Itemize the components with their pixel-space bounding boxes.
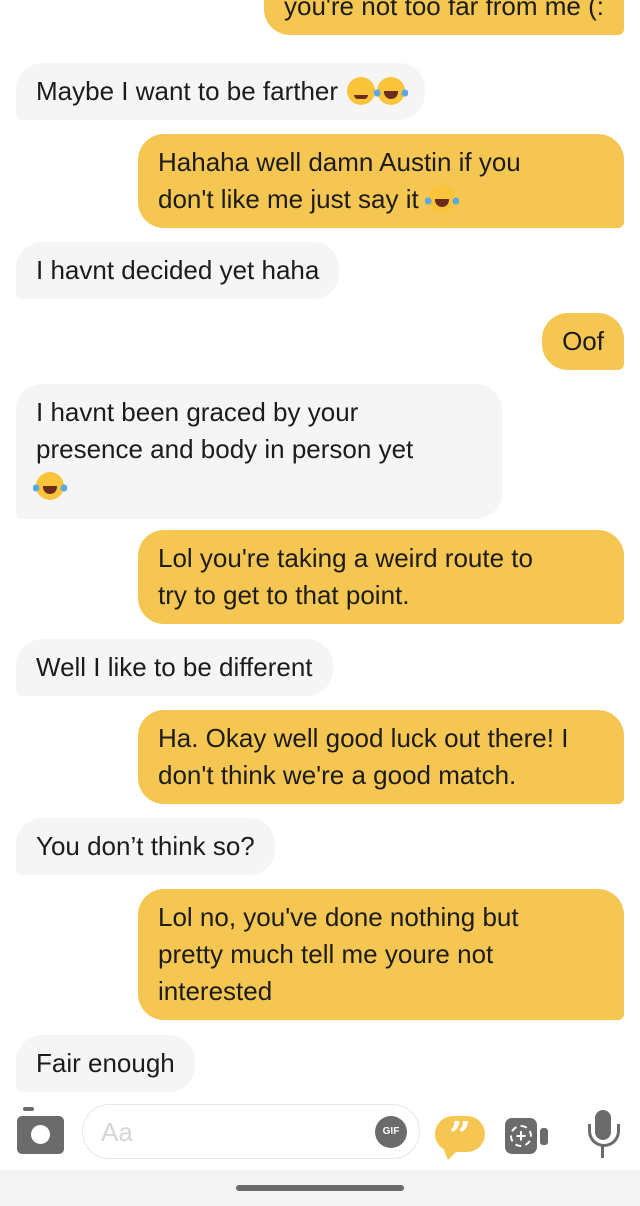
received-message: Well I like to be different [16,639,333,696]
gif-button[interactable]: GIF [375,1116,407,1148]
winking-face-emoji-icon [347,77,376,105]
message-input[interactable] [99,1113,363,1151]
received-message: I havnt been graced by your presence and… [16,384,502,519]
tears-of-joy-emoji-icon [33,472,67,500]
message-input-container: GIF [82,1104,420,1159]
tears-of-joy-emoji-icon [374,77,409,105]
received-message: I havnt decided yet haha [16,242,340,299]
sent-message: Lol no, you've done nothing but pretty m… [138,889,624,1020]
sent-message: Oof [542,313,624,370]
sent-message: you're not too far from me (: [264,0,624,35]
microphone-icon[interactable] [586,1110,620,1162]
home-indicator[interactable] [236,1185,404,1191]
sent-message: Ha. Okay well good luck out there! I don… [138,710,624,804]
sent-message: Hahaha well damn Austin if you don't lik… [138,134,624,228]
received-message: Maybe I want to be farther [16,63,426,120]
tears-of-joy-emoji-icon [424,185,459,213]
sent-message: Lol you're taking a weird route to try t… [138,530,624,624]
received-message: Fair enough [16,1035,195,1092]
camera-icon[interactable] [17,1107,64,1154]
video-call-icon[interactable]: + [505,1118,548,1154]
home-indicator-area [0,1170,640,1206]
quote-icon[interactable]: ” [435,1114,485,1160]
message-composer: GIF ” + [0,1098,640,1170]
received-message: You don’t think so? [16,818,275,875]
